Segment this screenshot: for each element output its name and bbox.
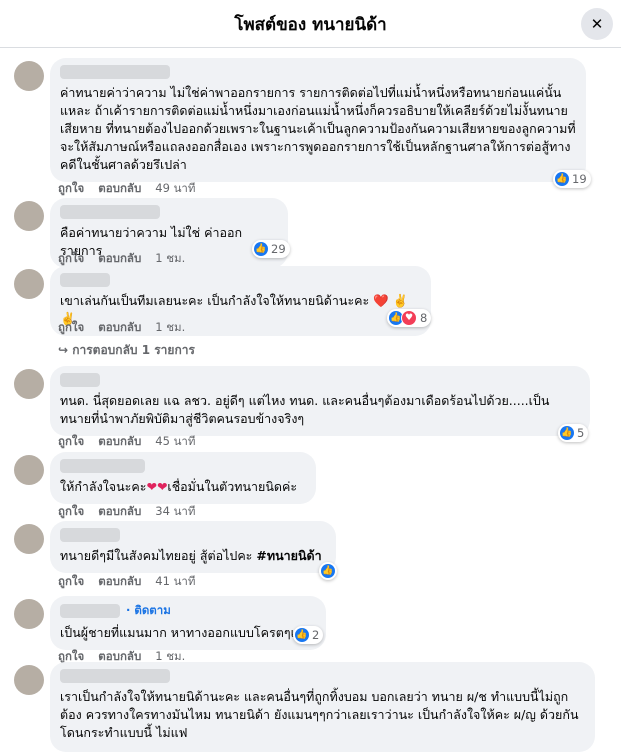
comment-text-part: ให้กำลังใจนะคะ	[60, 479, 147, 494]
comment-bubble: · ติดตาม เป็นผู้ชายที่แมนมาก หาทางออกแบบ…	[50, 596, 326, 650]
reaction-count: 5	[577, 426, 585, 440]
reaction-summary[interactable]: 👍 ♥ 8	[387, 309, 432, 327]
avatar[interactable]	[14, 369, 44, 399]
like-button[interactable]: ถูกใจ	[58, 180, 84, 198]
comment-text: เราเป็นกำลังใจให้ทนายนิด้านะคะ และคนอื่น…	[60, 689, 579, 740]
like-button[interactable]: ถูกใจ	[58, 503, 84, 521]
like-button[interactable]: ถูกใจ	[58, 433, 84, 451]
author-name-blurred[interactable]	[60, 528, 120, 542]
love-reaction-icon: ♥	[401, 310, 417, 326]
avatar[interactable]	[14, 599, 44, 629]
avatar[interactable]	[14, 524, 44, 554]
avatar[interactable]	[14, 269, 44, 299]
comment-actions: ถูกใจ ตอบกลับ 49 นาที	[58, 180, 195, 198]
comment-actions: ถูกใจ ตอบกลับ 34 นาที	[58, 503, 195, 521]
reaction-summary[interactable]: 👍 5	[558, 424, 589, 442]
comment-text: ทนด. นี่สุดยอดเลย แฉ ลชว. อยู่ดีๆ แต่ไหง…	[60, 393, 550, 426]
comment-text: ให้กำลังใจนะคะ❤❤เชื่อมั่นในตัวทนายนิดค่ะ	[60, 478, 306, 496]
like-button[interactable]: ถูกใจ	[58, 573, 84, 591]
reaction-summary[interactable]: 👍 2	[293, 626, 324, 644]
comment-text: ทนายดีๆมีในสังคมไทยอยู่ สู้ต่อไปคะ #ทนาย…	[60, 547, 326, 565]
author-name-blurred[interactable]	[60, 459, 145, 473]
comment-bubble: ค่าทนายค่าว่าความ ไม่ใช่ค่าพาออกรายการ ร…	[50, 58, 586, 182]
avatar[interactable]	[14, 61, 44, 91]
comment-text: เป็นผู้ชายที่แมนมาก หาทางออกแบบโครตๆแมน	[60, 625, 316, 640]
comment-text-part: เชื่อมั่นในตัวทนายนิดค่ะ	[167, 479, 298, 494]
reaction-summary[interactable]: 👍 29	[252, 240, 290, 258]
comment-bubble: เราเป็นกำลังใจให้ทนายนิด้านะคะ และคนอื่น…	[50, 662, 595, 752]
comment-time[interactable]: 41 นาที	[155, 573, 195, 591]
comment-actions: ถูกใจ ตอบกลับ 1 ชม.	[58, 319, 185, 337]
reaction-count: 19	[572, 172, 587, 186]
author-name-blurred[interactable]	[60, 205, 160, 219]
comment-bubble: ทนายดีๆมีในสังคมไทยอยู่ สู้ต่อไปคะ #ทนาย…	[50, 521, 336, 573]
comment-text: ค่าทนายค่าว่าความ ไม่ใช่ค่าพาออกรายการ ร…	[60, 85, 576, 172]
avatar[interactable]	[14, 201, 44, 231]
comment-text-part: ทนายดีๆมีในสังคมไทยอยู่ สู้ต่อไปคะ	[60, 548, 257, 563]
author-name-blurred[interactable]	[60, 273, 110, 287]
like-reaction-icon: 👍	[254, 242, 268, 256]
reply-button[interactable]: ตอบกลับ	[98, 503, 141, 521]
author-name-blurred[interactable]	[60, 604, 120, 618]
dialog-title: โพสต์ของ ทนายนิด้า	[234, 15, 387, 35]
follow-link[interactable]: · ติดตาม	[126, 602, 171, 620]
author-name-blurred[interactable]	[60, 373, 100, 387]
comment-bubble: ให้กำลังใจนะคะ❤❤เชื่อมั่นในตัวทนายนิดค่ะ	[50, 452, 316, 504]
reply-button[interactable]: ตอบกลับ	[98, 573, 141, 591]
comment-time[interactable]: 45 นาที	[155, 433, 195, 451]
comment-actions: ถูกใจ ตอบกลับ 45 นาที	[58, 433, 195, 451]
reaction-count: 8	[420, 311, 428, 325]
like-reaction-icon: 👍	[321, 564, 335, 578]
avatar[interactable]	[14, 455, 44, 485]
reply-button[interactable]: ตอบกลับ	[98, 433, 141, 451]
reaction-count: 29	[271, 242, 286, 256]
hashtag-link[interactable]: #ทนายนิด้า	[256, 548, 321, 563]
reaction-summary[interactable]: 👍	[319, 562, 337, 580]
like-reaction-icon: 👍	[555, 172, 569, 186]
reaction-summary[interactable]: 👍 19	[553, 170, 591, 188]
reaction-count: 2	[312, 628, 320, 642]
author-name-blurred[interactable]	[60, 65, 170, 79]
reply-button[interactable]: ตอบกลับ	[98, 180, 141, 198]
heart-emoji: ❤❤	[146, 479, 168, 494]
like-button[interactable]: ถูกใจ	[58, 319, 84, 337]
like-reaction-icon: 👍	[560, 426, 574, 440]
author-row: · ติดตาม	[60, 602, 316, 620]
reply-button[interactable]: ตอบกลับ	[98, 319, 141, 337]
view-replies-link[interactable]: ↪ การตอบกลับ 1 รายการ	[58, 341, 195, 360]
comment-bubble: ทนด. นี่สุดยอดเลย แฉ ลชว. อยู่ดีๆ แต่ไหง…	[50, 366, 590, 436]
close-icon[interactable]: ✕	[581, 8, 613, 40]
comment-time[interactable]: 49 นาที	[155, 180, 195, 198]
dialog-header: โพสต์ของ ทนายนิด้า ✕	[0, 0, 621, 48]
comment-time[interactable]: 34 นาที	[155, 503, 195, 521]
author-name-blurred[interactable]	[60, 669, 170, 683]
comment-actions: ถูกใจ ตอบกลับ 41 นาที	[58, 573, 195, 591]
like-reaction-icon: 👍	[295, 628, 309, 642]
comment-time[interactable]: 1 ชม.	[155, 319, 185, 337]
avatar[interactable]	[14, 665, 44, 695]
